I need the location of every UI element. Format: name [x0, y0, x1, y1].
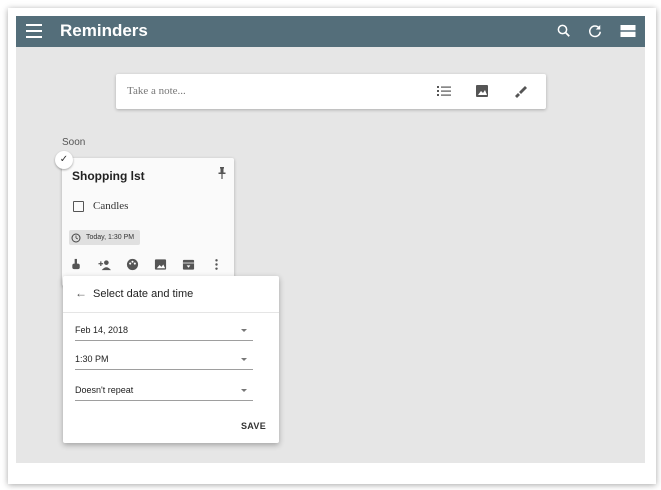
chevron-down-icon — [241, 329, 247, 332]
repeat-value: Doesn't repeat — [75, 385, 134, 395]
chevron-down-icon — [241, 358, 247, 361]
section-label-soon: Soon — [62, 137, 86, 148]
menu-icon[interactable] — [26, 24, 42, 38]
save-button[interactable]: SAVE — [241, 421, 266, 431]
archive-icon[interactable] — [182, 258, 195, 271]
reminder-chip[interactable]: Today, 1:30 PM — [69, 230, 141, 245]
back-arrow-icon[interactable]: ← — [75, 286, 87, 300]
note-title[interactable]: Shopping lst — [72, 169, 145, 183]
brush-icon[interactable] — [512, 83, 528, 99]
note-card[interactable]: Shopping lst Candles Today, 1:30 PM — [62, 158, 234, 286]
image-icon[interactable] — [154, 258, 167, 271]
take-note-bar[interactable]: Take a note... — [116, 74, 546, 109]
popup-header: ← Select date and time — [63, 276, 279, 313]
date-time-popup: ← Select date and time Feb 14, 2018 1:30… — [63, 276, 279, 443]
clock-icon — [71, 232, 81, 243]
main-content: Take a note... Soon Shopping lst Candles — [16, 47, 645, 463]
list-item: Candles — [73, 200, 128, 212]
app-title: Reminders — [60, 21, 148, 40]
reminder-text: Today, 1:30 PM — [86, 234, 135, 241]
select-note-check-icon[interactable]: ✓ — [55, 151, 73, 169]
date-value: Feb 14, 2018 — [75, 325, 129, 335]
item-text[interactable]: Candles — [93, 200, 128, 212]
repeat-select[interactable]: Doesn't repeat — [75, 382, 253, 401]
checklist-icon[interactable] — [436, 83, 452, 99]
time-value: 1:30 PM — [75, 354, 109, 364]
item-checkbox[interactable] — [73, 200, 84, 212]
palette-icon[interactable] — [126, 258, 139, 271]
take-note-placeholder[interactable]: Take a note... — [127, 85, 186, 97]
more-icon[interactable] — [210, 258, 223, 271]
date-select[interactable]: Feb 14, 2018 — [75, 322, 253, 341]
popup-title: Select date and time — [93, 288, 194, 300]
reminder-icon[interactable] — [70, 258, 83, 271]
list-view-icon[interactable] — [619, 22, 637, 40]
image-icon[interactable] — [474, 83, 490, 99]
refresh-icon[interactable] — [586, 22, 604, 40]
collaborator-icon[interactable] — [98, 258, 111, 271]
chevron-down-icon — [241, 389, 247, 392]
app-bar: Reminders — [16, 16, 645, 47]
note-toolbar — [70, 258, 230, 272]
pin-icon[interactable] — [217, 167, 227, 179]
search-icon[interactable] — [555, 22, 573, 40]
time-select[interactable]: 1:30 PM — [75, 351, 253, 370]
